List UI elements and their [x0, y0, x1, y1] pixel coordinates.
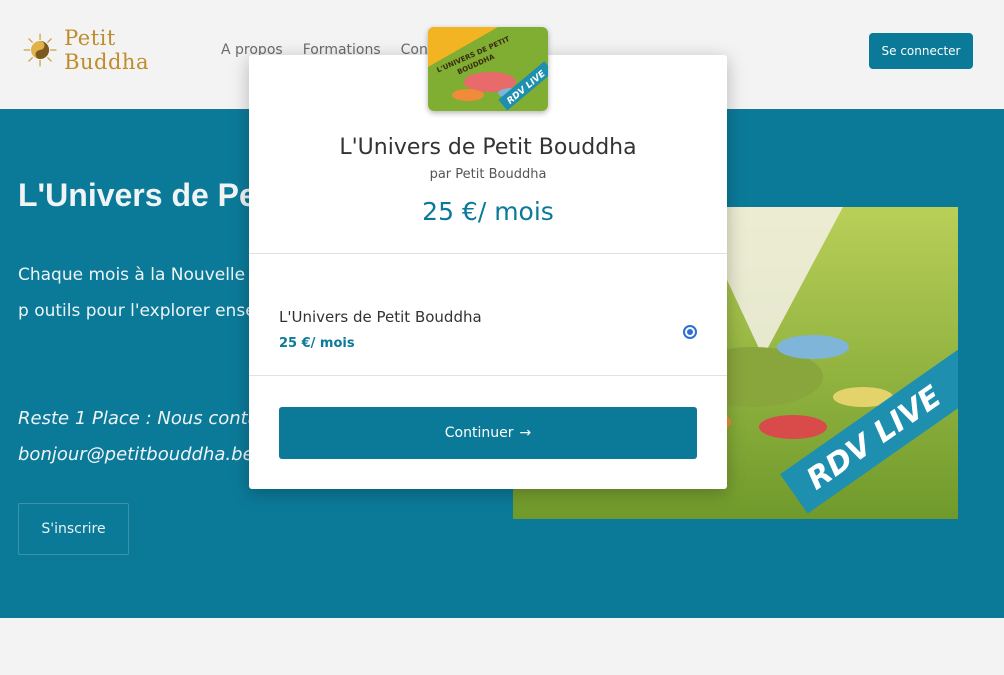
continue-label: Continuer: [444, 425, 514, 441]
modal-title: L'Univers de Petit Bouddha: [339, 135, 637, 160]
divider: [249, 253, 727, 254]
plan-name: L'Univers de Petit Bouddha: [279, 308, 482, 326]
plan-radio[interactable]: [683, 325, 697, 339]
modal-price: 25 €/ mois: [422, 197, 554, 226]
continue-button[interactable]: Continuer →: [279, 407, 697, 459]
subscription-modal: L'Univers de Petit Bouddha par Petit Bou…: [249, 55, 727, 489]
plan-price: 25 €/ mois: [279, 336, 355, 351]
modal-author: par Petit Bouddha: [429, 167, 547, 182]
arrow-right-icon: →: [519, 425, 532, 441]
divider: [249, 375, 727, 376]
course-thumbnail: L'UNIVERS DE PETIT BOUDDHA RDV LIVE: [428, 27, 548, 111]
